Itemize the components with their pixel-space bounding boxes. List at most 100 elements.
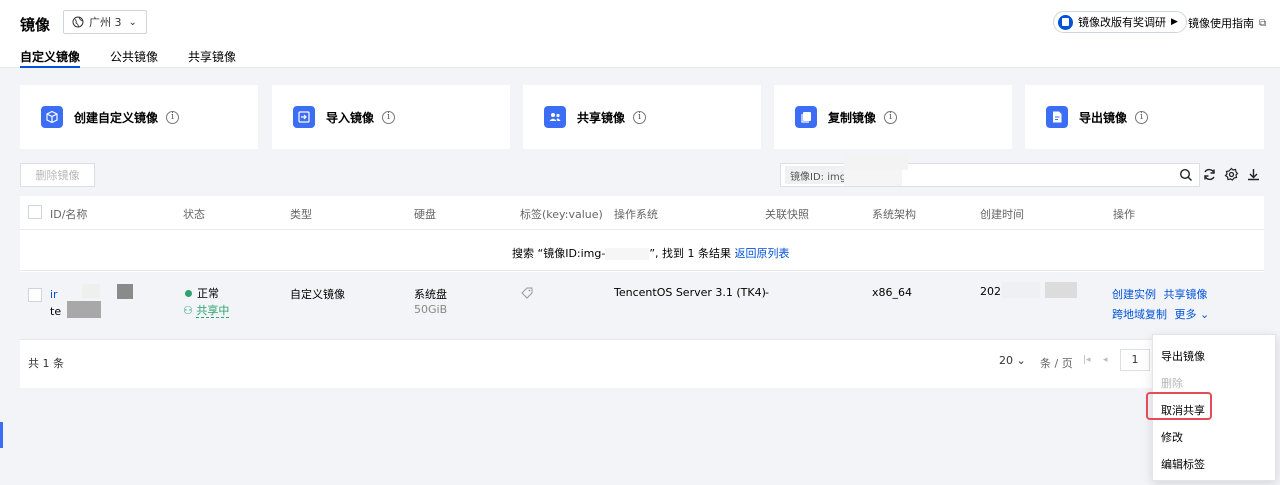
page-size-value: 20 [999,354,1013,367]
share-status-text: 共享中 [196,304,230,318]
import-icon [293,106,315,128]
export-icon [1046,106,1068,128]
column-header: 创建时间 [980,208,1024,221]
status-text: 正常 [197,287,219,300]
tab-custom-images[interactable]: 自定义镜像 [20,48,81,68]
row-actions: 创建实例 共享镜像 [1112,286,1208,302]
search-icon[interactable] [1179,168,1193,182]
image-id-text: ir [50,288,58,301]
menu-item-export[interactable]: 导出镜像 [1161,348,1205,364]
image-name: te [50,305,62,318]
page-size-select[interactable]: 20 ⌄ [999,354,1026,367]
menu-item-edit-tags[interactable]: 编辑标签 [1161,456,1205,472]
row-checkbox[interactable] [28,288,42,302]
share-image-card[interactable]: 共享镜像 i [523,85,761,149]
page-title: 镜像 [20,16,51,34]
image-type: 自定义镜像 [290,288,345,301]
per-page-unit: 条 / 页 [1040,357,1073,370]
redacted-area [82,284,100,298]
refresh-icon[interactable] [1202,167,1217,182]
status-dot [185,290,192,297]
back-to-list-link[interactable]: 返回原列表 [735,247,790,260]
redacted-area [844,170,902,186]
row-actions-2: 跨地域复制 更多 ⌄ [1112,306,1209,322]
region-label: 广州 3 [89,16,122,29]
guide-link[interactable]: 镜像使用指南 ⧉ [1188,15,1266,31]
search-input[interactable]: 镜像ID: img [780,156,1200,187]
top-bar: 镜像 广州 3 ⌄ 镜像改版有奖调研 ▶ 镜像使用指南 ⧉ 自定义镜像 公共镜像… [0,0,1280,68]
tag-icon[interactable] [520,286,534,300]
copy-icon [795,106,817,128]
select-all-checkbox[interactable] [28,205,42,219]
menu-item-delete: 删除 [1161,377,1183,390]
page-input[interactable]: 1 [1120,349,1150,371]
cube-icon [41,106,63,128]
gear-icon[interactable] [1224,167,1239,182]
tab-bar: 自定义镜像 公共镜像 共享镜像 [20,48,266,68]
column-header: 操作 [1113,208,1135,221]
redacted-area [117,284,133,299]
image-table: ID/名称 状态 类型 硬盘 标签(key:value) 操作系统 关联快照 系… [20,196,1264,388]
tab-public-images[interactable]: 公共镜像 [110,48,158,68]
card-label: 导入镜像 [326,110,375,125]
search-result-row: 搜索 “镜像ID:img- ”, 找到 1 条结果 返回原列表 [20,231,1264,271]
cross-region-copy-link[interactable]: 跨地域复制 [1112,308,1167,321]
chevron-down-icon: ⌄ [1200,308,1210,321]
column-header: 关联快照 [765,208,809,221]
info-icon[interactable]: i [166,110,180,124]
more-label: 更多 [1174,308,1197,321]
delete-image-button[interactable]: 删除镜像 [20,163,95,187]
globe-icon [72,16,84,28]
info-icon[interactable]: i [884,110,898,124]
column-header: 标签(key:value) [520,208,603,221]
first-page-icon[interactable]: |◂ [1083,355,1091,365]
snapshot: - [765,286,769,299]
chevron-down-icon: ⌄ [1016,354,1026,367]
menu-item-modify[interactable]: 修改 [1161,429,1183,445]
disk-size: 50GiB [414,303,448,316]
highlight-box [1146,392,1212,420]
disk-type: 系统盘 [414,288,447,301]
play-icon: ▶ [1171,17,1178,27]
prev-page-icon[interactable]: ◂ [1103,355,1108,365]
search-filter-tag[interactable]: 镜像ID: img [785,166,852,184]
region-select[interactable]: 广州 3 ⌄ [63,10,147,34]
create-instance-link[interactable]: 创建实例 [1112,288,1156,301]
redacted-area [67,301,101,318]
column-header: 硬盘 [414,208,436,221]
arch: x86_64 [872,286,913,299]
info-icon[interactable]: i [1135,110,1149,124]
table-header: ID/名称 状态 类型 硬盘 标签(key:value) 操作系统 关联快照 系… [20,196,1264,230]
import-image-card[interactable]: 导入镜像 i [272,85,510,149]
column-header: 系统架构 [872,208,916,221]
redacted-area [1002,282,1040,298]
export-image-card[interactable]: 导出镜像 i [1025,85,1264,149]
search-result-text: 搜索 “镜像ID:img- ”, 找到 1 条结果 返回原列表 [512,245,790,261]
search-result-prefix: 搜索 “镜像ID:img- [512,247,606,260]
info-icon[interactable]: i [633,110,647,124]
tab-shared-images[interactable]: 共享镜像 [188,48,236,68]
download-icon[interactable] [1246,167,1261,182]
guide-label: 镜像使用指南 [1188,17,1254,30]
share-image-link[interactable]: 共享镜像 [1164,288,1208,301]
redacted-area [1045,282,1077,298]
share-status[interactable]: ⚇ 共享中 [183,302,230,318]
chevron-down-icon: ⌄ [128,16,137,28]
card-label: 共享镜像 [577,110,626,125]
image-id-link[interactable]: ir [50,288,58,301]
copy-image-card[interactable]: 复制镜像 i [774,85,1012,149]
column-header: 类型 [290,208,312,221]
create-custom-image-card[interactable]: 创建自定义镜像 i [20,85,258,149]
info-icon[interactable]: i [382,110,396,124]
column-header: 状态 [183,208,205,221]
column-header: 操作系统 [614,208,658,221]
left-edge-accent [0,422,3,448]
external-link-icon: ⧉ [1259,17,1267,29]
redacted-area [844,156,908,170]
more-dropdown[interactable]: 更多 ⌄ [1175,308,1210,321]
table-footer: 共 1 条 20 ⌄ 条 / 页 |◂ ◂ 1 [20,341,1264,388]
users-icon: ⚇ [183,304,193,317]
survey-label: 镜像改版有奖调研 [1078,16,1166,29]
users-icon [544,106,566,128]
survey-button[interactable]: 镜像改版有奖调研 ▶ [1053,11,1187,33]
